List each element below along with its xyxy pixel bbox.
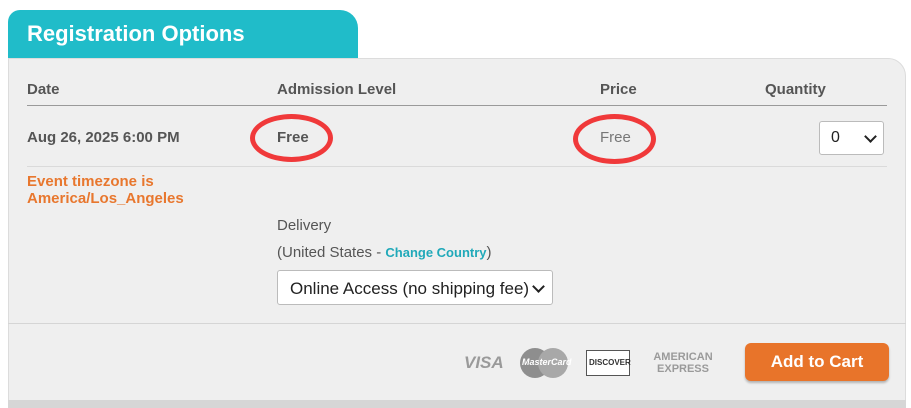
amex-line-1: AMERICAN	[653, 351, 713, 363]
shipping-select[interactable]: Online Access (no shipping fee)	[277, 270, 553, 305]
quantity-select[interactable]: 0	[819, 121, 884, 155]
quantity-value: 0	[831, 129, 840, 146]
header-divider	[27, 105, 887, 106]
chevron-down-icon	[532, 280, 545, 293]
section-title: Registration Options	[27, 21, 245, 46]
delivery-country: (United States - Change Country)	[277, 244, 492, 261]
header-date: Date	[27, 81, 60, 98]
event-date: Aug 26, 2025 6:00 PM	[27, 129, 180, 146]
row-divider	[27, 166, 887, 167]
mastercard-logo: MasterCard	[520, 347, 572, 379]
shipping-option: Online Access (no shipping fee)	[290, 279, 530, 298]
header-admission-level: Admission Level	[277, 81, 397, 98]
event-timezone: Event timezone is America/Los_Angeles	[27, 173, 184, 207]
discover-wordmark: DISCOVER	[589, 358, 631, 367]
amex-logo: AMERICAN EXPRESS	[649, 351, 717, 375]
discover-logo: DISCOVER	[586, 350, 631, 376]
country-suffix: )	[486, 244, 492, 261]
price-highlight-circle	[573, 114, 656, 164]
header-price: Price	[600, 81, 637, 98]
add-to-cart-button[interactable]: Add to Cart	[745, 343, 889, 381]
chevron-down-icon	[864, 130, 877, 143]
bottom-bar	[8, 400, 906, 408]
footer-divider	[8, 323, 906, 324]
delivery-label: Delivery	[277, 217, 332, 234]
visa-logo: VISA	[464, 353, 504, 372]
header-quantity: Quantity	[765, 81, 826, 98]
change-country-link[interactable]: Change Country	[385, 245, 486, 260]
admission-highlight-circle	[250, 114, 333, 162]
country-prefix: (United States -	[277, 244, 386, 261]
mastercard-wordmark: MasterCard	[522, 357, 572, 367]
amex-line-2: EXPRESS	[657, 363, 709, 375]
